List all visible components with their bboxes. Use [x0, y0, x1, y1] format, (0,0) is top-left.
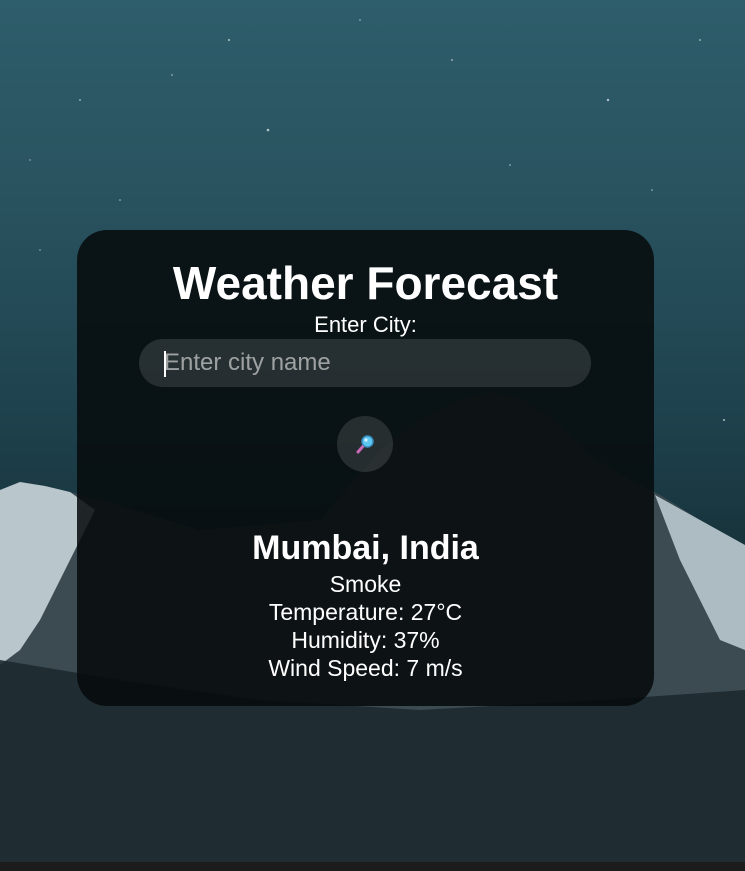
bottom-taskbar-strip: [0, 862, 745, 871]
search-button[interactable]: [337, 416, 393, 472]
humidity-readout: Humidity: 37%: [291, 627, 440, 653]
location-name: Mumbai, India: [252, 529, 479, 567]
text-cursor: [164, 351, 166, 377]
weather-app-page: Weather Forecast Enter City: Mumbai, Ind…: [0, 0, 745, 871]
city-input-label: Enter City:: [314, 312, 417, 337]
weather-description: Smoke: [329, 571, 402, 597]
wind-speed-readout: Wind Speed: 7 m/s: [268, 655, 463, 681]
weather-card: Weather Forecast Enter City: Mumbai, Ind…: [77, 230, 654, 706]
app-title: Weather Forecast: [172, 257, 559, 309]
temperature-readout: Temperature: 27°C: [268, 599, 463, 625]
search-icon: [356, 435, 374, 454]
city-search-input[interactable]: [139, 339, 591, 387]
